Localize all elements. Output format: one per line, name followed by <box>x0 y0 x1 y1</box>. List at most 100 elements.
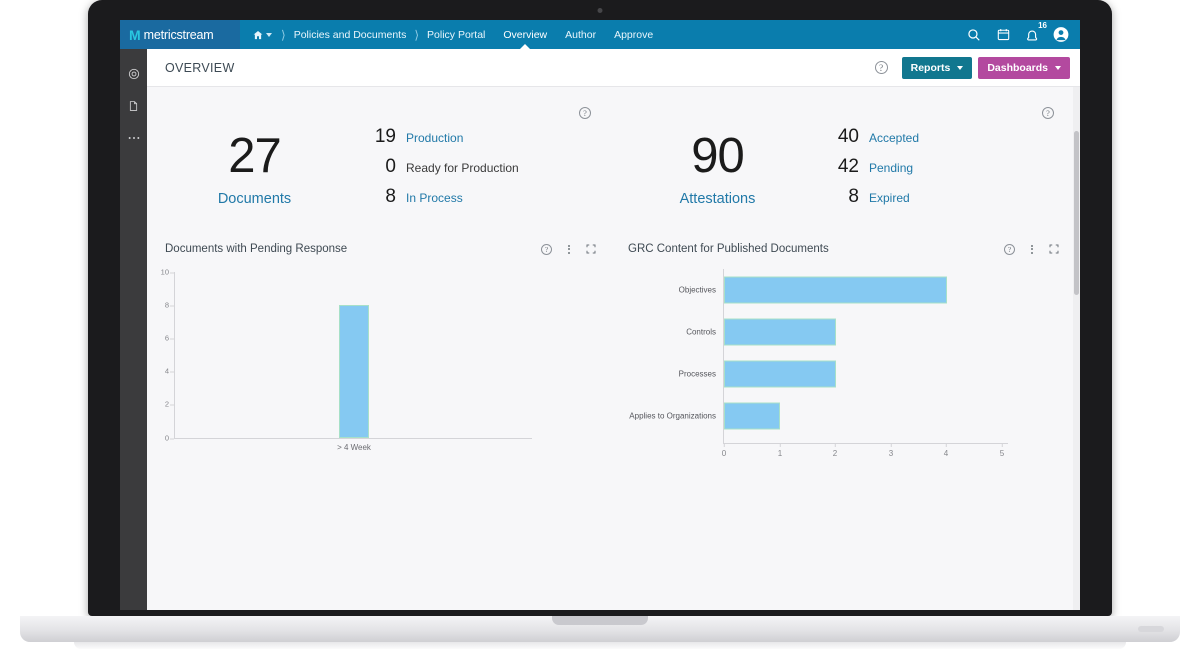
y-axis-tick: 8 <box>147 301 174 310</box>
vertical-scrollbar[interactable] <box>1073 87 1080 610</box>
panel-actions: ? <box>541 243 596 255</box>
user-avatar-icon[interactable] <box>1053 27 1069 43</box>
kpi-item-label: Pending <box>869 161 914 175</box>
chart-documents-with-pending-response: 10 8 6 4 2 0 > 4 Week <box>147 263 610 463</box>
expand-icon-chart-1[interactable] <box>585 244 596 255</box>
x-axis-tick: 2 <box>832 443 838 458</box>
breadcrumb-policies-and-documents[interactable]: Policies and Documents <box>291 29 410 41</box>
x-axis-tick: 0 <box>721 443 727 458</box>
charts-row: Documents with Pending Response ? 10 8 6… <box>147 235 1073 463</box>
reports-button[interactable]: Reports <box>901 56 973 79</box>
notification-badge: 16 <box>1038 20 1047 30</box>
scrollable-content: ? 27 Documents 19 Production 0 Ready for… <box>147 87 1080 610</box>
expand-icon-chart-2[interactable] <box>1048 244 1059 255</box>
panel-grc-content-for-published-documents: GRC Content for Published Documents ? Ob… <box>610 235 1073 463</box>
top-nav-actions: 16 <box>966 21 1080 43</box>
kpi-card-documents: ? 27 Documents 19 Production 0 Ready for… <box>147 87 610 235</box>
top-navigation-bar: M metricstream ⟩ Policies and Documents … <box>120 20 1080 49</box>
panel-documents-with-pending-response: Documents with Pending Response ? 10 8 6… <box>147 235 610 463</box>
help-icon-chart-1[interactable]: ? <box>541 243 552 255</box>
kpi-item-in-process[interactable]: 8 In Process <box>362 186 519 216</box>
dashboards-button-label: Dashboards <box>987 61 1048 74</box>
help-icon-attestations[interactable]: ? <box>1042 107 1054 119</box>
kpi-documents-value: 27 <box>228 129 282 184</box>
document-icon[interactable] <box>127 99 140 112</box>
bar-gt-4-week[interactable] <box>339 305 369 438</box>
laptop-screen: M metricstream ⟩ Policies and Documents … <box>120 20 1080 610</box>
help-icon-chart-2[interactable]: ? <box>1004 243 1015 255</box>
reports-button-label: Reports <box>910 61 951 74</box>
bar-controls[interactable] <box>724 318 836 346</box>
more-icon[interactable] <box>127 131 140 144</box>
calendar-icon[interactable] <box>995 27 1011 43</box>
tab-approve[interactable]: Approve <box>611 29 656 41</box>
kpi-item-value: 19 <box>374 126 396 147</box>
more-options-icon-chart-1[interactable] <box>563 244 574 255</box>
tab-author[interactable]: Author <box>562 29 599 41</box>
kpi-attestations-breakdown: 40 Accepted 42 Pending 8 Expired <box>825 106 919 216</box>
main-content: OVERVIEW ? Reports Dashboards ? 27 Docum… <box>147 49 1080 610</box>
y-axis-category-label: Controls <box>686 327 716 337</box>
notifications-icon[interactable]: 16 <box>1024 21 1047 43</box>
x-axis-line-2 <box>723 443 1008 444</box>
kpi-item-value: 40 <box>837 126 859 147</box>
kpi-attestations-label: Attestations <box>679 190 756 207</box>
chart-grc-content-for-published-documents: Objectives Controls Processes Applies to… <box>610 263 1073 463</box>
y-axis-category-label: Processes <box>678 369 716 379</box>
y-axis-tick: 2 <box>147 400 174 409</box>
scrollbar-thumb[interactable] <box>1074 131 1079 295</box>
home-icon[interactable] <box>249 30 276 40</box>
kpi-item-value: 0 <box>385 156 396 177</box>
kpi-item-pending[interactable]: 42 Pending <box>825 156 919 186</box>
kpi-attestations-summary[interactable]: 90 Attestations <box>610 115 825 207</box>
laptop-mockup: M metricstream ⟩ Policies and Documents … <box>0 0 1200 655</box>
breadcrumb-policy-portal[interactable]: Policy Portal <box>424 29 488 41</box>
kpi-item-value: 8 <box>848 186 859 207</box>
left-sidebar-rail <box>120 49 147 610</box>
kpi-item-value: 8 <box>385 186 396 207</box>
y-axis-tick: 10 <box>147 268 174 277</box>
application-window: M metricstream ⟩ Policies and Documents … <box>120 20 1080 610</box>
x-axis-tick: 1 <box>777 443 783 458</box>
laptop-base-notch <box>552 616 648 625</box>
tab-overview[interactable]: Overview <box>500 29 550 41</box>
panel-title: Documents with Pending Response <box>165 243 348 255</box>
bar-applies-to-organizations[interactable] <box>724 402 780 430</box>
kpi-item-label: Ready for Production <box>406 161 519 175</box>
kpi-item-label: In Process <box>406 191 463 205</box>
y-axis-category-label: Applies to Organizations <box>629 411 716 421</box>
x-axis-category-label: > 4 Week <box>337 443 371 452</box>
chevron-down-icon-2 <box>1055 65 1061 70</box>
kpi-item-label: Accepted <box>869 131 920 145</box>
y-axis-tick: 6 <box>147 334 174 343</box>
dashboards-button[interactable]: Dashboards <box>978 56 1070 79</box>
brand-logo[interactable]: M metricstream <box>120 20 240 49</box>
breadcrumb: ⟩ Policies and Documents ⟩ Policy Portal… <box>249 20 966 49</box>
kpi-item-value: 42 <box>837 156 859 177</box>
kpi-item-production[interactable]: 19 Production <box>362 126 519 156</box>
kpi-documents-label: Documents <box>217 190 292 207</box>
more-options-icon-chart-2[interactable] <box>1026 244 1037 255</box>
panel-actions-2: ? <box>1004 243 1059 255</box>
page-title: OVERVIEW <box>165 60 235 75</box>
horizontal-bar-chart: Objectives Controls Processes Applies to… <box>610 263 1073 463</box>
search-icon[interactable] <box>966 27 982 43</box>
x-axis-line <box>174 438 532 439</box>
breadcrumb-separator-2: ⟩ <box>414 27 420 42</box>
vertical-bar-chart: 10 8 6 4 2 0 > 4 Week <box>147 263 610 463</box>
kpi-attestations-value: 90 <box>691 129 745 184</box>
kpi-documents-summary[interactable]: 27 Documents <box>147 115 362 207</box>
kpi-item-ready-for-production[interactable]: 0 Ready for Production <box>362 156 519 186</box>
y-axis-tick: 4 <box>147 367 174 376</box>
kpi-item-expired[interactable]: 8 Expired <box>825 186 919 216</box>
target-icon[interactable] <box>127 67 140 80</box>
kpi-item-label: Production <box>406 131 464 145</box>
bar-processes[interactable] <box>724 360 836 388</box>
help-icon[interactable]: ? <box>874 61 888 74</box>
kpi-card-attestations: ? 90 Attestations 40 Accepted 42 Pending… <box>610 87 1073 235</box>
kpi-item-accepted[interactable]: 40 Accepted <box>825 126 919 156</box>
kpi-documents-breakdown: 19 Production 0 Ready for Production 8 I… <box>362 106 519 216</box>
bar-objectives[interactable] <box>724 276 947 304</box>
help-icon-documents[interactable]: ? <box>579 107 591 119</box>
panel-header-2: GRC Content for Published Documents ? <box>610 235 1073 263</box>
